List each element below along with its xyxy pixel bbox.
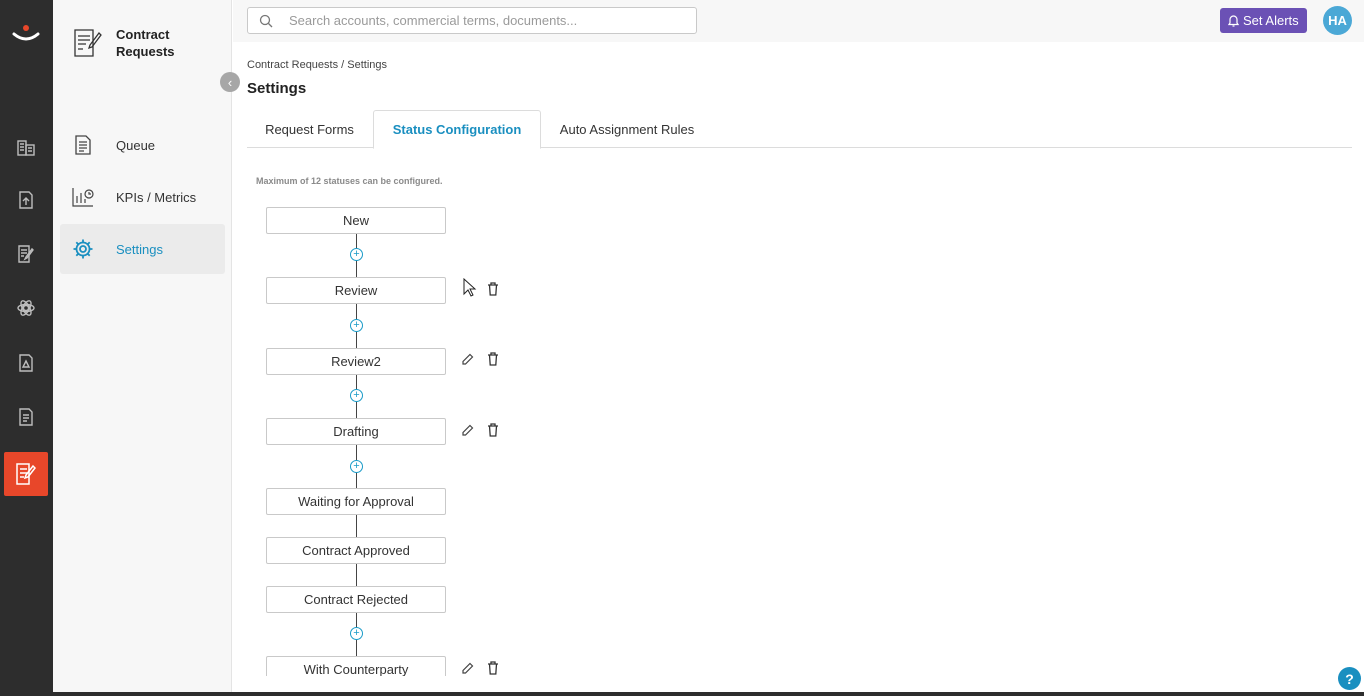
delete-icon[interactable] [486,281,500,297]
add-status-icon[interactable]: + [350,248,363,261]
edit-icon[interactable] [460,422,474,438]
delete-icon[interactable] [486,660,500,676]
edit-icon[interactable] [460,660,474,676]
status-item[interactable]: Review2 [266,348,446,375]
add-status-icon[interactable]: + [350,319,363,332]
status-item[interactable]: Drafting [266,418,446,445]
status-flow: New Review Review2 Drafting Waiting for … [0,0,1364,676]
status-item[interactable]: Review [266,277,446,304]
add-status-icon[interactable]: + [350,460,363,473]
delete-icon[interactable] [486,351,500,367]
delete-icon[interactable] [486,422,500,438]
add-status-icon[interactable]: + [350,389,363,402]
help-button[interactable]: ? [1338,667,1361,690]
status-item[interactable]: Contract Rejected [266,586,446,613]
status-item[interactable]: New [266,207,446,234]
status-item[interactable]: Waiting for Approval [266,488,446,515]
edit-icon[interactable] [460,351,474,367]
bottom-bar [0,692,1364,696]
mouse-cursor-icon [463,278,477,297]
flow-connector [356,515,357,537]
add-status-icon[interactable]: + [350,627,363,640]
flow-connector [356,563,357,586]
status-item[interactable]: Contract Approved [266,537,446,564]
status-item[interactable]: With Counterparty [266,656,446,676]
